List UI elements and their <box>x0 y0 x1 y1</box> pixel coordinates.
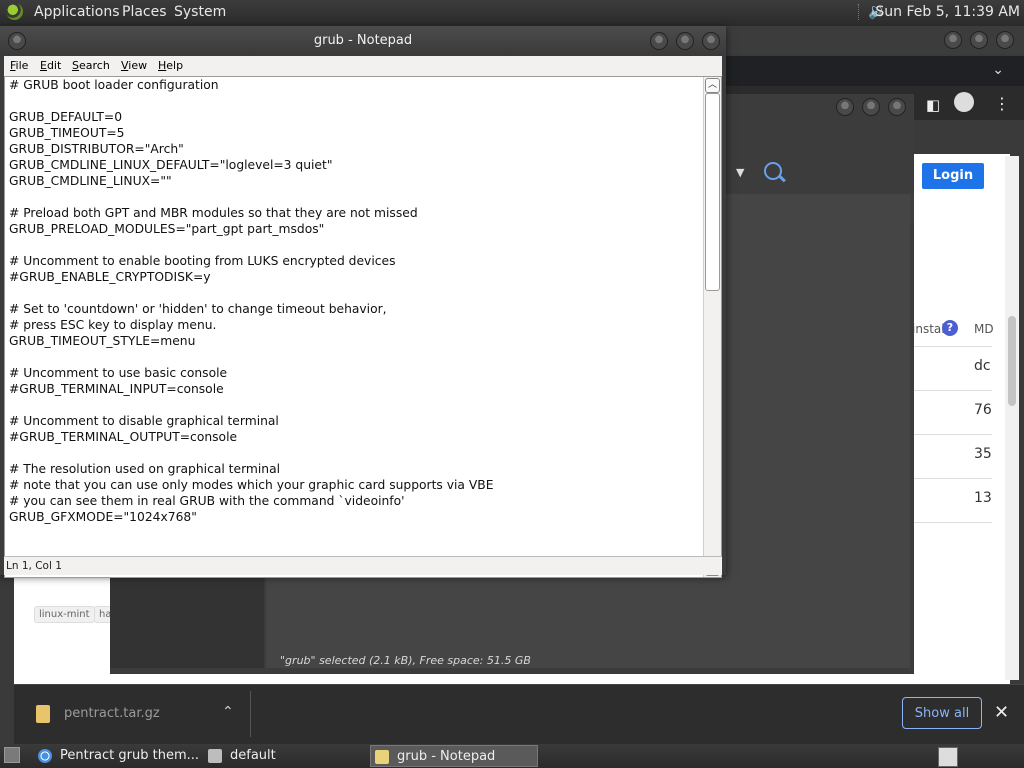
table-cell: dc <box>974 358 991 374</box>
row-divider <box>910 478 992 479</box>
close-button[interactable] <box>996 31 1014 49</box>
cursor-position: Ln 1, Col 1 <box>6 560 62 572</box>
menu-applications[interactable]: Applications <box>34 4 120 20</box>
notepad-titlebar[interactable]: grub - Notepad <box>0 26 726 56</box>
maximize-button[interactable] <box>676 32 694 50</box>
close-button[interactable] <box>888 98 906 116</box>
help-icon[interactable]: ? <box>942 320 958 336</box>
profile-avatar[interactable] <box>954 92 974 112</box>
text-editor[interactable]: # GRUB boot loader configuration GRUB_DE… <box>4 76 722 578</box>
menu-system[interactable]: System <box>174 4 226 20</box>
task-label: default <box>230 748 276 763</box>
panel-separator <box>858 4 861 20</box>
download-bar: pentract.tar.gz ⌃ Show all ✕ <box>14 684 1024 745</box>
login-button[interactable]: Login <box>922 163 984 189</box>
page-scrollbar[interactable] <box>1005 156 1019 680</box>
menu-edit[interactable]: Edit <box>40 59 61 72</box>
more-menu-icon[interactable]: ⋮ <box>994 94 1010 113</box>
menu-file[interactable]: File <box>10 59 28 72</box>
tag-linux-mint[interactable]: linux-mint <box>34 606 95 623</box>
show-desktop-icon[interactable] <box>4 747 20 763</box>
table-cell: 13 <box>974 490 992 506</box>
task-label: Pentract grub them... <box>60 748 200 763</box>
table-cell: 35 <box>974 446 992 462</box>
notepad-window: grub - Notepad File Edit Search View Hel… <box>0 26 726 578</box>
trash-icon[interactable] <box>938 747 958 767</box>
archive-file-icon <box>36 705 50 723</box>
divider <box>250 691 251 737</box>
task-label: grub - Notepad <box>397 749 496 764</box>
scrollbar-thumb[interactable] <box>705 93 720 291</box>
row-divider <box>910 434 992 435</box>
menu-help[interactable]: Help <box>158 59 183 72</box>
chevron-up-icon[interactable]: ⌃ <box>222 704 234 720</box>
editor-scrollbar[interactable]: ︿ ﹀ <box>703 77 721 577</box>
task-notepad[interactable]: grub - Notepad <box>370 745 538 767</box>
close-icon[interactable]: ✕ <box>994 702 1009 723</box>
column-header-md: MD <box>974 322 994 336</box>
download-filename[interactable]: pentract.tar.gz <box>64 706 160 721</box>
top-panel: Applications Places System 🔉 Sun Feb 5, … <box>0 0 1024 24</box>
minimize-button[interactable] <box>836 98 854 116</box>
maximize-button[interactable] <box>862 98 880 116</box>
distro-logo-icon[interactable] <box>6 3 23 20</box>
menu-view[interactable]: View <box>121 59 147 72</box>
row-divider <box>910 522 992 523</box>
editor-content[interactable]: # GRUB boot loader configuration GRUB_DE… <box>9 77 699 525</box>
clock[interactable]: Sun Feb 5, 11:39 AM <box>875 4 1020 20</box>
table-cell: 76 <box>974 402 992 418</box>
row-divider <box>910 346 992 347</box>
browser-icon <box>38 749 52 763</box>
menu-bar: File Edit Search View Help <box>4 56 722 76</box>
chevron-down-icon[interactable]: ⌄ <box>992 62 1004 78</box>
menu-search[interactable]: Search <box>72 59 110 72</box>
notepad-statusbar: Ln 1, Col 1 <box>4 556 722 575</box>
show-all-button[interactable]: Show all <box>902 697 982 729</box>
scroll-up-icon[interactable]: ︿ <box>705 78 720 93</box>
taskbar: Pentract grub them... default grub - Not… <box>0 744 1024 768</box>
scrollbar-thumb[interactable] <box>1008 316 1016 406</box>
status-text: "grub" selected (2.1 kB), Free space: 51… <box>280 654 531 667</box>
task-file-manager[interactable]: default <box>204 745 364 767</box>
folder-icon <box>208 749 222 763</box>
search-icon[interactable] <box>764 162 782 180</box>
dropdown-arrow-icon[interactable]: ▼ <box>736 166 744 179</box>
sidebar-icon[interactable]: ◧ <box>926 96 940 114</box>
notepad-icon <box>375 750 389 764</box>
row-divider <box>910 390 992 391</box>
menu-places[interactable]: Places <box>122 4 167 20</box>
window-title: grub - Notepad <box>313 33 413 48</box>
task-browser[interactable]: Pentract grub them... <box>34 745 200 767</box>
minimize-button[interactable] <box>944 31 962 49</box>
minimize-button[interactable] <box>650 32 668 50</box>
maximize-button[interactable] <box>970 31 988 49</box>
close-button[interactable] <box>702 32 720 50</box>
